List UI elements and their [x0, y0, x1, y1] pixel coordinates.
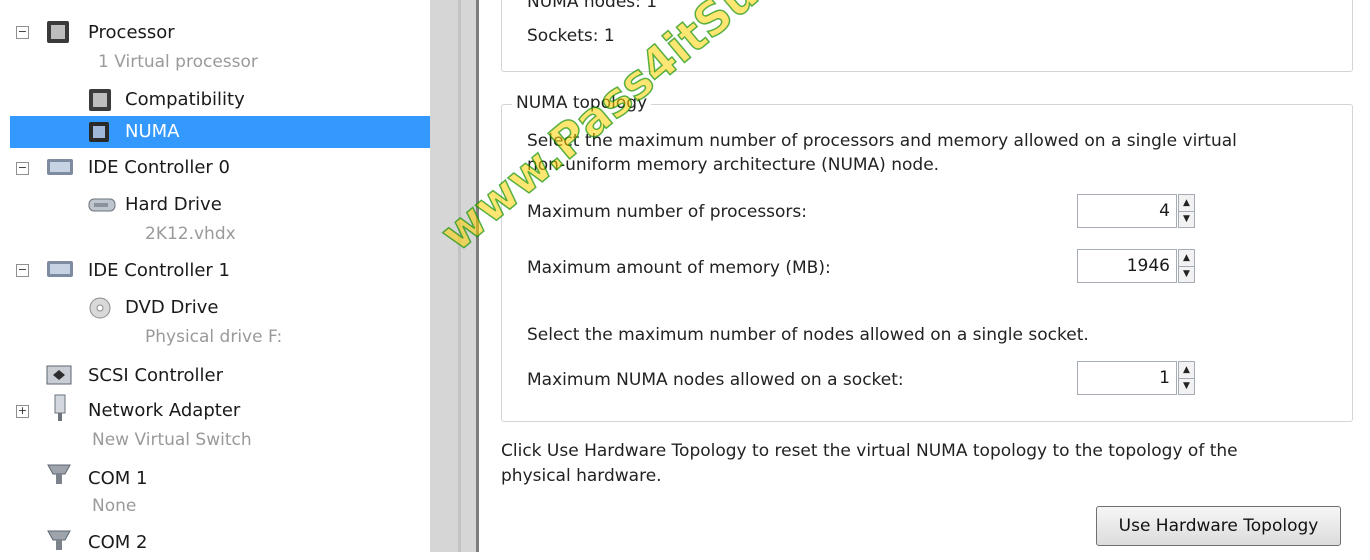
numa-description-line1: Select the maximum number of processors … — [527, 131, 1237, 151]
hard-drive-icon — [88, 196, 116, 218]
dvd-drive-sub-label: Physical drive F: — [145, 327, 283, 347]
hardware-tree: − Processor 1 Virtual processor Compatib… — [0, 0, 430, 553]
numa-settings-panel: NUMA nodes: 1 Sockets: 1 NUMA topology S… — [479, 0, 1370, 552]
hard-drive-sub-label: 2K12.vhdx — [145, 224, 236, 244]
max-processors-label: Maximum number of processors: — [527, 202, 808, 222]
max-nodes-spinner[interactable]: 1 ▲ ▼ — [1077, 361, 1197, 395]
numa-description-line2: non-uniform memory architecture (NUMA) n… — [527, 155, 940, 175]
max-processors-arrows[interactable]: ▲ ▼ — [1178, 194, 1195, 228]
use-hardware-topology-button[interactable]: Use Hardware Topology — [1096, 506, 1341, 546]
collapse-ide1-toggle[interactable]: − — [16, 264, 29, 277]
max-nodes-input[interactable]: 1 — [1077, 361, 1177, 395]
network-adapter-icon — [52, 394, 68, 426]
max-processors-spinner[interactable]: 4 ▲ ▼ — [1077, 194, 1197, 228]
compatibility-chip-icon — [88, 88, 112, 116]
hardware-topology-hint-line1: Click Use Hardware Topology to reset the… — [501, 441, 1238, 461]
numa-chip-icon — [88, 121, 110, 147]
tree-item-ide-controller-1[interactable]: IDE Controller 1 — [88, 254, 230, 288]
processor-chip-icon — [46, 20, 70, 48]
spin-up-icon[interactable]: ▲ — [1179, 195, 1194, 212]
processor-sub-label: 1 Virtual processor — [98, 52, 258, 72]
network-adapter-sub-label: New Virtual Switch — [92, 430, 252, 450]
expand-network-toggle[interactable]: + — [16, 405, 29, 418]
controller-card-icon — [46, 258, 74, 284]
com-port-icon — [46, 462, 72, 490]
tree-item-processor[interactable]: Processor — [88, 16, 175, 50]
max-memory-arrows[interactable]: ▲ ▼ — [1178, 249, 1195, 283]
max-nodes-description: Select the maximum number of nodes allow… — [527, 325, 1089, 345]
sockets-text: Sockets: 1 — [527, 26, 615, 46]
tree-item-scsi-controller[interactable]: SCSI Controller — [88, 359, 223, 393]
hardware-topology-hint-line2: physical hardware. — [501, 466, 662, 486]
numa-nodes-text: NUMA nodes: 1 — [527, 0, 658, 12]
com1-sub-label: None — [92, 496, 137, 516]
spin-up-icon[interactable]: ▲ — [1179, 250, 1194, 267]
numa-topology-legend: NUMA topology — [512, 93, 652, 113]
collapse-ide0-toggle[interactable]: − — [16, 162, 29, 175]
collapse-processor-toggle[interactable]: − — [16, 26, 29, 39]
tree-item-com1[interactable]: COM 1 — [88, 462, 147, 496]
tree-item-ide-controller-0[interactable]: IDE Controller 0 — [88, 151, 230, 185]
tree-item-compatibility[interactable]: Compatibility — [125, 83, 245, 117]
controller-card-icon — [46, 156, 74, 182]
tree-item-dvd-drive[interactable]: DVD Drive — [125, 291, 218, 325]
tree-item-network-adapter[interactable]: Network Adapter — [88, 394, 240, 428]
spin-down-icon[interactable]: ▼ — [1179, 211, 1194, 227]
tree-item-com2[interactable]: COM 2 — [88, 526, 147, 560]
max-memory-spinner[interactable]: 1946 ▲ ▼ — [1077, 249, 1197, 283]
max-nodes-arrows[interactable]: ▲ ▼ — [1178, 361, 1195, 395]
splitter-highlight — [458, 0, 461, 552]
max-memory-label: Maximum amount of memory (MB): — [527, 258, 831, 278]
spin-up-icon[interactable]: ▲ — [1179, 362, 1194, 379]
max-nodes-label: Maximum NUMA nodes allowed on a socket: — [527, 370, 904, 390]
dvd-disc-icon — [88, 296, 112, 324]
max-memory-input[interactable]: 1946 — [1077, 249, 1177, 283]
scsi-controller-icon — [46, 364, 72, 390]
max-processors-input[interactable]: 4 — [1077, 194, 1177, 228]
tree-item-hard-drive[interactable]: Hard Drive — [125, 188, 222, 222]
splitter-gutter[interactable] — [430, 0, 476, 552]
spin-down-icon[interactable]: ▼ — [1179, 378, 1194, 394]
tree-item-numa[interactable]: NUMA — [125, 115, 179, 149]
selection-highlight — [10, 116, 430, 148]
spin-down-icon[interactable]: ▼ — [1179, 266, 1194, 282]
